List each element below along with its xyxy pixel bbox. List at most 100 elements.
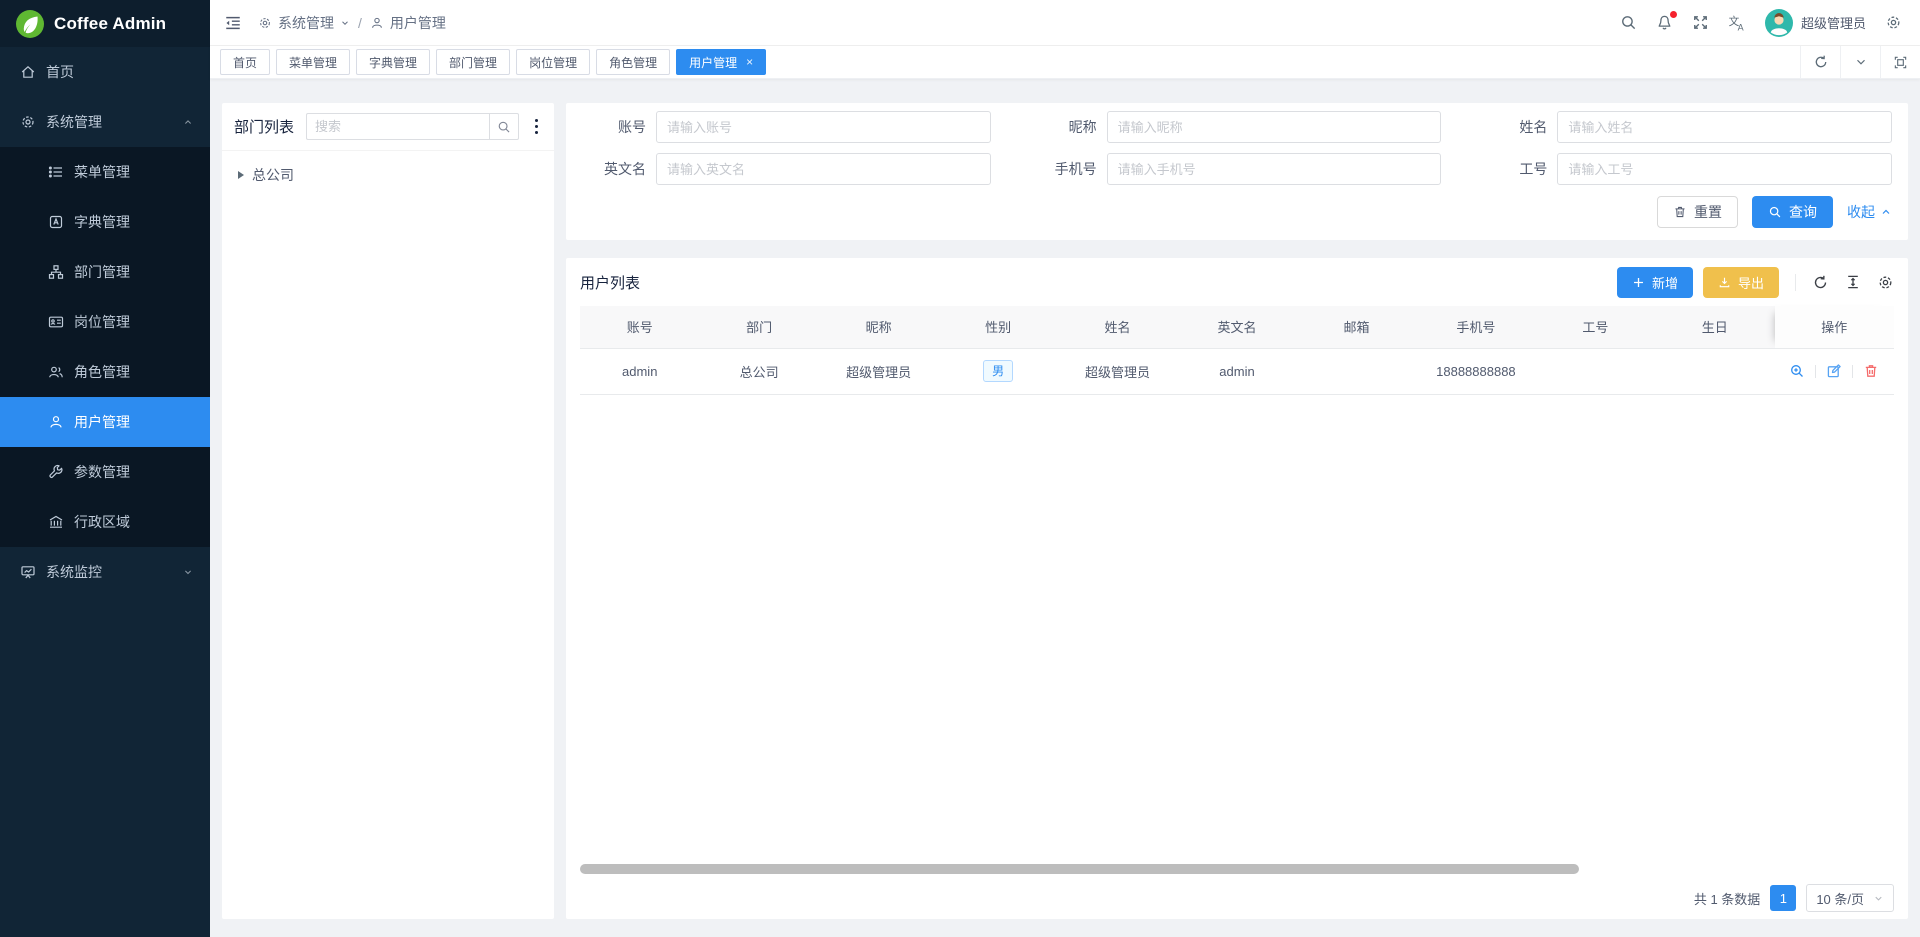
tab-label: 首页 [233,54,257,71]
plus-icon [1632,276,1645,289]
tab-close-icon[interactable]: × [746,56,753,68]
horizontal-scrollbar-thumb[interactable] [580,864,1579,874]
dept-tree-icon [48,264,64,280]
divider [1852,365,1853,378]
sidebar-item-dict-admin[interactable]: 字典管理 [0,197,210,247]
gear-icon [20,114,36,130]
sidebar-item-label: 岗位管理 [74,312,194,332]
column-settings-gear-icon[interactable] [1877,274,1894,291]
page-number-button[interactable]: 1 [1770,885,1796,911]
add-button[interactable]: 新增 [1617,267,1693,298]
sidebar-item-user-admin[interactable]: 用户管理 [0,397,210,447]
fullscreen-icon[interactable] [1692,14,1709,31]
chevron-down-icon[interactable] [1840,46,1880,78]
tab-label: 部门管理 [449,54,497,71]
field-label: 昵称 [1033,117,1097,137]
search-icon[interactable] [1620,14,1637,31]
app-logo: Coffee Admin [0,0,210,47]
col-phone: 手机号 [1416,306,1535,348]
table-head: 账号 部门 昵称 性别 姓名 英文名 邮箱 手机号 工号 生日 操作 [580,306,1894,348]
user-table-card: 用户列表 新增 导出 [566,258,1908,919]
sidebar-item-role-admin[interactable]: 角色管理 [0,347,210,397]
table-actions: 新增 导出 [1617,267,1894,298]
sidebar-item-label: 部门管理 [74,262,194,282]
user-icon [370,16,384,30]
dept-search-button[interactable] [489,113,519,140]
pagination-total: 共 1 条数据 [1694,889,1760,908]
tree-caret-icon[interactable] [238,171,244,179]
tab-dept-admin[interactable]: 部门管理 [436,49,510,75]
bell-icon[interactable] [1656,14,1673,31]
col-nickname: 昵称 [819,306,938,348]
post-badge-icon [48,314,64,330]
horizontal-scrollbar [580,864,1894,874]
collapse-sidebar-icon[interactable] [224,14,242,32]
tree-node-head-office[interactable]: 总公司 [224,159,552,191]
tab-label: 菜单管理 [289,54,337,71]
content: 部门列表 总公司 [210,79,1920,937]
dots-vertical-icon[interactable] [531,117,543,137]
sidebar-item-region-admin[interactable]: 行政区域 [0,497,210,547]
chevron-up-icon [1880,206,1892,218]
topbar: 系统管理 / 用户管理 [210,0,1920,46]
user-menu[interactable]: 超级管理员 [1765,9,1866,37]
menu-list-icon [48,164,64,180]
breadcrumb: 系统管理 / 用户管理 [258,13,446,33]
search-icon [1768,205,1782,219]
view-icon[interactable] [1789,363,1805,379]
tab-label: 用户管理 [689,54,737,71]
tab-role-admin[interactable]: 角色管理 [596,49,670,75]
dept-search-input[interactable] [306,113,488,140]
breadcrumb-user-admin[interactable]: 用户管理 [370,13,446,33]
account-field[interactable] [656,111,991,143]
sidebar-item-post-admin[interactable]: 岗位管理 [0,297,210,347]
refresh-icon[interactable] [1812,274,1829,291]
reset-button[interactable]: 重置 [1657,196,1738,228]
search-form-card: 账号 昵称 姓名 英文名 [566,103,1908,240]
sidebar-item-label: 用户管理 [74,412,194,432]
field-label: 姓名 [1483,117,1547,137]
edit-icon[interactable] [1826,363,1842,379]
settings-gear-icon[interactable] [1885,14,1902,31]
tabbar: 首页 菜单管理 字典管理 部门管理 岗位管理 角色管理 用户管理 × [210,46,1920,79]
maximize-icon[interactable] [1880,46,1920,78]
page-size-select[interactable]: 10 条/页 [1806,884,1894,912]
search-form-grid: 账号 昵称 姓名 英文名 [582,111,1892,185]
col-account: 账号 [580,306,699,348]
tab-dict-admin[interactable]: 字典管理 [356,49,430,75]
phone-field[interactable] [1107,153,1442,185]
sidebar-item-system-admin[interactable]: 系统管理 [0,97,210,147]
collapse-form-link[interactable]: 收起 [1847,202,1892,222]
table-row: admin 总公司 超级管理员 男 超级管理员 admin 1888888888… [580,348,1894,394]
row-height-icon[interactable] [1845,274,1861,290]
sidebar-item-menu-admin[interactable]: 菜单管理 [0,147,210,197]
export-label: 导出 [1738,273,1764,292]
en-name-field[interactable] [656,153,991,185]
sidebar-item-label: 系统监控 [46,562,172,582]
translate-icon[interactable]: 文A [1728,14,1746,32]
refresh-icon[interactable] [1800,46,1840,78]
col-dept: 部门 [699,306,818,348]
sidebar-item-system-monitor[interactable]: 系统监控 [0,547,210,597]
tab-home[interactable]: 首页 [220,49,270,75]
app-root: Coffee Admin 首页 系统管理 菜单管理 字典管理 [0,0,1920,937]
export-button[interactable]: 导出 [1703,267,1779,298]
name-field[interactable] [1557,111,1892,143]
work-no-field[interactable] [1557,153,1892,185]
topbar-actions: 文A 超级管理员 [1620,9,1902,37]
sidebar-item-home[interactable]: 首页 [0,47,210,97]
breadcrumb-system-admin[interactable]: 系统管理 [258,13,350,33]
delete-icon[interactable] [1863,363,1879,379]
roles-icon [48,364,64,380]
sidebar-item-param-admin[interactable]: 参数管理 [0,447,210,497]
nickname-field[interactable] [1107,111,1442,143]
sidebar-item-dept-admin[interactable]: 部门管理 [0,247,210,297]
tab-user-admin[interactable]: 用户管理 × [676,49,766,75]
svg-text:A: A [1738,22,1744,32]
tab-menu-admin[interactable]: 菜单管理 [276,49,350,75]
tab-post-admin[interactable]: 岗位管理 [516,49,590,75]
chevron-down-icon [1873,893,1884,904]
field-label: 工号 [1483,159,1547,179]
query-button[interactable]: 查询 [1752,196,1833,228]
table-header-row: 账号 部门 昵称 性别 姓名 英文名 邮箱 手机号 工号 生日 操作 [580,306,1894,348]
